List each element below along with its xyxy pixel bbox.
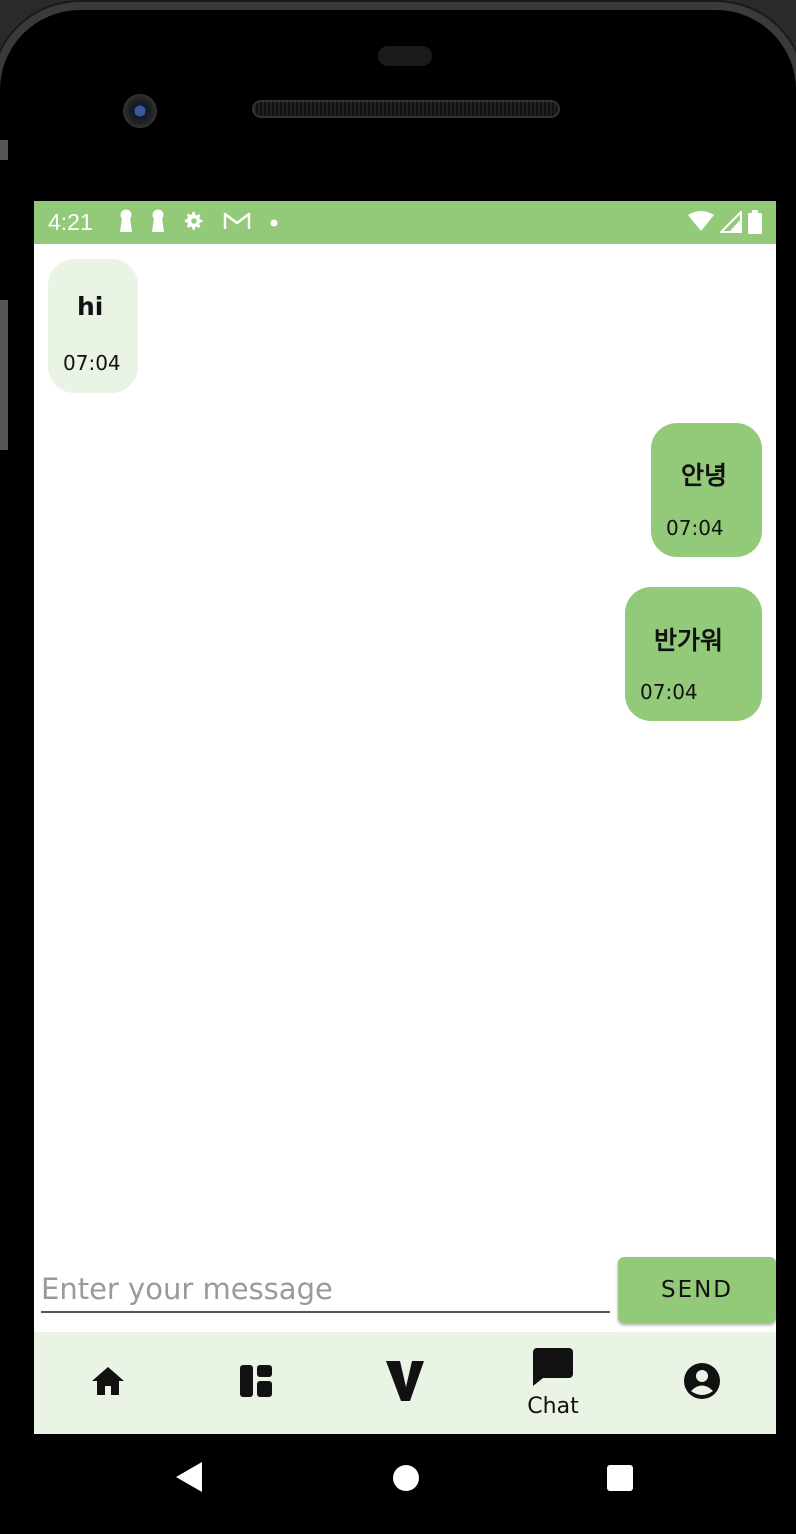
message-composer: SEND [34, 1255, 776, 1331]
nav-item-chat[interactable]: Chat [479, 1332, 627, 1434]
message-bubble-outgoing[interactable]: 반가워 07:04 [625, 587, 762, 721]
message-time: 07:04 [666, 516, 724, 540]
gmail-icon [223, 211, 251, 235]
message-text: hi [77, 292, 104, 321]
dashboard-icon [239, 1364, 273, 1402]
message-input[interactable] [41, 1267, 610, 1313]
v-logo-icon [385, 1359, 425, 1407]
earpiece-speaker [252, 100, 560, 118]
account-icon [683, 1362, 721, 1404]
send-button[interactable]: SEND [618, 1257, 776, 1323]
device-side-button [0, 300, 8, 450]
status-time: 4:21 [48, 209, 93, 235]
back-icon[interactable] [176, 1462, 202, 1496]
chat-icon [533, 1347, 573, 1390]
nav-item-profile[interactable] [628, 1332, 776, 1434]
bottom-navigation: Chat [34, 1332, 776, 1434]
keyhole-icon [119, 209, 133, 237]
nav-item-label: Chat [527, 1393, 579, 1419]
keyhole-icon [151, 209, 165, 237]
status-bar: 4:21 [34, 201, 776, 244]
cell-signal-icon [718, 209, 742, 237]
front-camera [123, 94, 157, 128]
nav-item-v[interactable] [331, 1332, 479, 1434]
device-side-button [0, 140, 8, 160]
battery-icon [748, 210, 762, 238]
message-text: 반가워 [654, 626, 724, 655]
dot-icon [269, 213, 279, 232]
gear-icon [183, 210, 205, 236]
app-screen: 4:21 hi 07:04 안녕 07:04 반가워 07:04 Enter y… [34, 201, 776, 1434]
recents-icon[interactable] [606, 1464, 634, 1496]
message-time: 07:04 [63, 351, 121, 375]
message-time: 07:04 [640, 680, 698, 704]
system-navigation-bar [34, 1434, 776, 1534]
wifi-icon [688, 211, 714, 237]
nav-item-home[interactable] [34, 1332, 182, 1434]
home-circle-icon[interactable] [392, 1464, 420, 1496]
message-bubble-outgoing[interactable]: 안녕 07:04 [651, 423, 762, 557]
message-bubble-incoming[interactable]: hi 07:04 [48, 259, 138, 393]
message-text: 안녕 [681, 461, 728, 490]
home-icon [90, 1365, 126, 1401]
proximity-sensor [378, 46, 432, 66]
nav-item-dashboard[interactable] [182, 1332, 330, 1434]
